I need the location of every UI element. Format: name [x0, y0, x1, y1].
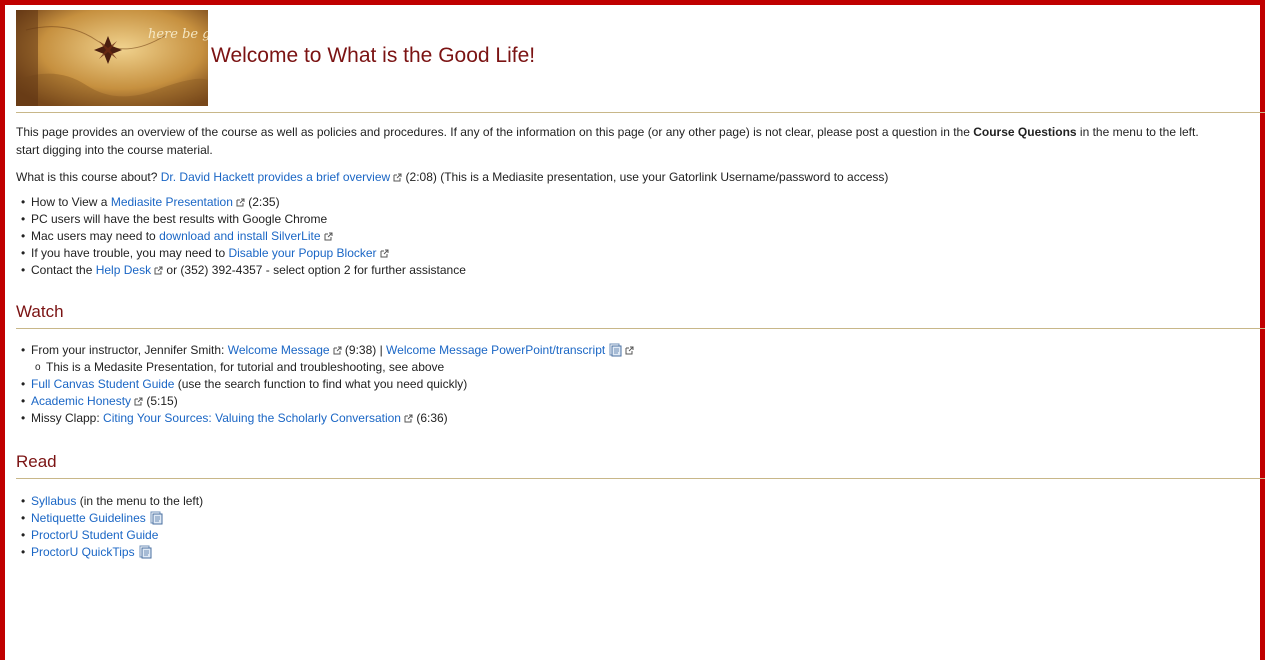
list-item: PC users will have the best results with…: [21, 211, 1265, 228]
list-item: If you have trouble, you may need to Dis…: [21, 245, 1265, 262]
read-list: Syllabus (in the menu to the left) Netiq…: [16, 493, 1265, 561]
list-item-text: This is a Medasite Presentation, for tut…: [46, 360, 445, 374]
list-item-text: Missy Clapp:: [31, 411, 104, 425]
read-heading: Read: [16, 452, 57, 471]
external-link-icon: [404, 414, 413, 423]
help-list: How to View a Mediasite Presentation (2:…: [16, 194, 1265, 279]
list-item-text: Contact the: [31, 263, 96, 277]
header-divider: [16, 112, 1265, 113]
intro-text-1: This page provides an overview of the co…: [16, 125, 974, 139]
list-item: How to View a Mediasite Presentation (2:…: [21, 194, 1265, 211]
banner-image: here be games: [16, 10, 208, 106]
welcome-message-link[interactable]: Welcome Message: [228, 343, 330, 357]
citing-sources-link[interactable]: Citing Your Sources: Valuing the Scholar…: [103, 411, 401, 425]
help-desk-link[interactable]: Help Desk: [96, 263, 151, 277]
canvas-guide-link[interactable]: Full Canvas Student Guide: [31, 377, 174, 391]
list-item-text: PC users will have the best results with…: [31, 212, 328, 226]
list-item: This is a Medasite Presentation, for tut…: [35, 359, 1265, 376]
watch-divider: [16, 328, 1265, 329]
popup-blocker-link[interactable]: Disable your Popup Blocker: [228, 246, 376, 260]
external-link-icon: [134, 397, 143, 406]
watch-list: From your instructor, Jennifer Smith: We…: [16, 342, 1265, 427]
overview-link[interactable]: Dr. David Hackett provides a brief overv…: [161, 170, 390, 184]
list-item-suffix: or (352) 392-4357 - select option 2 for …: [163, 263, 466, 277]
silverlight-link[interactable]: download and install SilverLite: [159, 229, 320, 243]
list-item: ProctorU QuickTips: [21, 544, 1265, 561]
syllabus-link[interactable]: Syllabus: [31, 494, 76, 508]
netiquette-link[interactable]: Netiquette Guidelines: [31, 511, 146, 525]
about-line: What is this course about? Dr. David Hac…: [16, 168, 1265, 186]
list-item: Full Canvas Student Guide (use the searc…: [21, 376, 1265, 393]
course-questions-label: Course Questions: [973, 125, 1077, 139]
list-item: Missy Clapp: Citing Your Sources: Valuin…: [21, 410, 1265, 427]
external-link-icon: [625, 346, 634, 355]
list-item-text: From your instructor, Jennifer Smith:: [31, 343, 228, 357]
list-item: ProctorU Student Guide: [21, 527, 1265, 544]
list-item-suffix: (2:35): [244, 195, 280, 209]
intro-paragraph: This page provides an overview of the co…: [16, 123, 1265, 159]
list-item: Netiquette Guidelines: [21, 510, 1265, 527]
proctoru-quicktips-link[interactable]: ProctorU QuickTips: [31, 545, 135, 559]
list-item: From your instructor, Jennifer Smith: We…: [21, 342, 1265, 376]
about-prefix: What is this course about?: [16, 170, 161, 184]
list-item-suffix: (use the search function to find what yo…: [174, 377, 468, 391]
list-item-suffix: (5:15): [143, 394, 178, 408]
read-divider: [16, 478, 1265, 479]
list-item: Mac users may need to download and insta…: [21, 228, 1265, 245]
mediasite-link[interactable]: Mediasite Presentation: [111, 195, 233, 209]
page-content: here be games Welcome to What is the Goo…: [16, 10, 1265, 561]
academic-honesty-link[interactable]: Academic Honesty: [31, 394, 131, 408]
watch-heading: Watch: [16, 302, 64, 321]
external-link-icon: [333, 346, 342, 355]
list-item-text: Mac users may need to: [31, 229, 160, 243]
external-link-icon: [324, 232, 332, 241]
list-item-text: How to View a: [31, 195, 111, 209]
document-preview-icon[interactable]: [150, 511, 163, 525]
page-header: here be games Welcome to What is the Goo…: [16, 10, 1265, 106]
external-link-icon: [393, 173, 402, 182]
list-item-suffix: (in the menu to the left): [76, 494, 204, 508]
external-link-icon: [154, 266, 163, 275]
external-link-icon: [380, 249, 389, 258]
external-link-icon: [236, 198, 245, 207]
list-item-text: (9:38) |: [341, 343, 387, 357]
page-title: Welcome to What is the Good Life!: [211, 44, 536, 67]
proctoru-guide-link[interactable]: ProctorU Student Guide: [31, 528, 158, 542]
document-preview-icon[interactable]: [609, 343, 622, 357]
welcome-transcript-link[interactable]: Welcome Message PowerPoint/transcript: [386, 343, 605, 357]
list-item: Syllabus (in the menu to the left): [21, 493, 1265, 510]
about-suffix: (2:08) (This is a Mediasite presentation…: [402, 170, 889, 184]
intro-text-2: in the menu to the left.: [1076, 125, 1199, 139]
intro-text-3: start digging into the course material.: [16, 143, 213, 157]
watch-sublist: This is a Medasite Presentation, for tut…: [31, 359, 1265, 376]
list-item: Academic Honesty (5:15): [21, 393, 1265, 410]
list-item: Contact the Help Desk or (352) 392-4357 …: [21, 262, 1265, 279]
banner-text: here be games: [148, 27, 208, 42]
list-item-text: If you have trouble, you may need to: [31, 246, 229, 260]
document-preview-icon[interactable]: [139, 545, 152, 559]
list-item-suffix: (6:36): [412, 411, 448, 425]
